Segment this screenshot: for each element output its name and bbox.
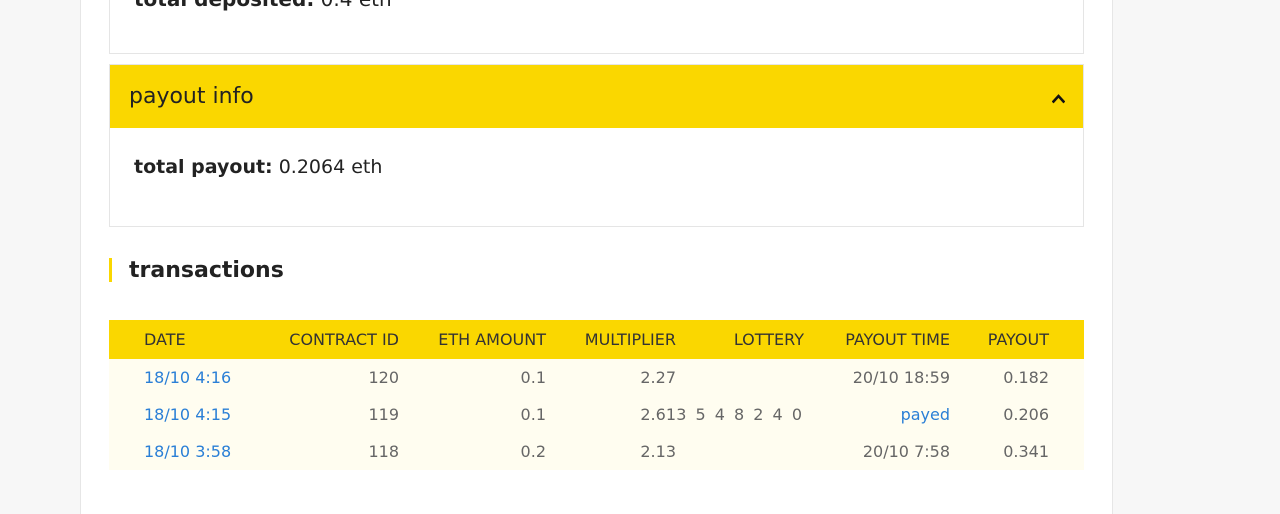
transaction-date-link[interactable]: 18/10 4:16 [144, 368, 231, 387]
main-content: total deposited: 0.4 eth payout info tot… [80, 0, 1113, 514]
total-deposited-label: total deposited: [134, 0, 314, 11]
column-header-payout-time: PAYOUT TIME [845, 330, 950, 349]
header-spacer [1049, 320, 1084, 359]
column-header-payout: PAYOUT [987, 330, 1049, 349]
payout-info-panel: payout info total payout: 0.2064 eth [109, 64, 1084, 227]
contract-id-cell: 119 [368, 405, 399, 424]
total-payout-value: 0.2064 eth [278, 156, 383, 178]
payout-time-cell: 20/10 7:58 [862, 442, 950, 461]
payout-cell: 0.182 [1003, 368, 1049, 387]
transaction-date-link[interactable]: 18/10 3:58 [144, 442, 231, 461]
contract-id-cell: 120 [368, 368, 399, 387]
eth-amount-cell: 0.1 [520, 405, 546, 424]
multiplier-cell: 2.61 [640, 405, 676, 424]
table-row: 18/10 3:58 118 0.2 2.13 20/10 7:58 0.341 [109, 433, 1084, 470]
total-deposited-line: total deposited: 0.4 eth [134, 0, 392, 11]
multiplier-cell: 2.13 [640, 442, 676, 461]
column-header-eth-amount: ETH AMOUNT [438, 330, 546, 349]
transactions-table: DATE CONTRACT ID ETH AMOUNT MULTIPLIER L… [109, 320, 1084, 470]
payout-cell: 0.206 [1003, 405, 1049, 424]
column-header-lottery: LOTTERY [733, 330, 804, 349]
table-row: 18/10 4:15 119 0.1 2.61 3 5 4 8 2 4 0 pa… [109, 396, 1084, 433]
payout-info-body: total payout: 0.2064 eth [110, 128, 1083, 206]
multiplier-cell: 2.27 [640, 368, 676, 387]
transactions-title: transactions [129, 257, 284, 283]
table-header-row: DATE CONTRACT ID ETH AMOUNT MULTIPLIER L… [109, 320, 1084, 359]
column-header-date: DATE [144, 330, 186, 349]
lottery-cell [676, 359, 804, 396]
chevron-up-icon[interactable] [1051, 90, 1066, 104]
row-spacer [1049, 396, 1084, 433]
column-header-multiplier: MULTIPLIER [584, 330, 676, 349]
payout-status-link[interactable]: payed [901, 405, 950, 424]
total-payout-label: total payout: [134, 156, 273, 178]
eth-amount-cell: 0.1 [520, 368, 546, 387]
payout-info-header[interactable]: payout info [110, 65, 1083, 128]
payout-time-cell: 20/10 18:59 [852, 368, 950, 387]
deposit-info-panel: total deposited: 0.4 eth [109, 0, 1084, 54]
transaction-date-link[interactable]: 18/10 4:15 [144, 405, 231, 424]
lottery-cell [676, 433, 804, 470]
column-header-contract-id: CONTRACT ID [289, 330, 399, 349]
eth-amount-cell: 0.2 [520, 442, 546, 461]
row-spacer [1049, 359, 1084, 396]
heading-accent-bar [109, 258, 112, 282]
payout-info-title: payout info [129, 84, 254, 109]
contract-id-cell: 118 [368, 442, 399, 461]
row-spacer [1049, 433, 1084, 470]
lottery-cell: 3 5 4 8 2 4 0 [676, 405, 804, 424]
table-row: 18/10 4:16 120 0.1 2.27 20/10 18:59 0.18… [109, 359, 1084, 396]
total-deposited-value: 0.4 eth [321, 0, 392, 11]
transactions-heading: transactions [109, 255, 284, 285]
payout-cell: 0.341 [1003, 442, 1049, 461]
